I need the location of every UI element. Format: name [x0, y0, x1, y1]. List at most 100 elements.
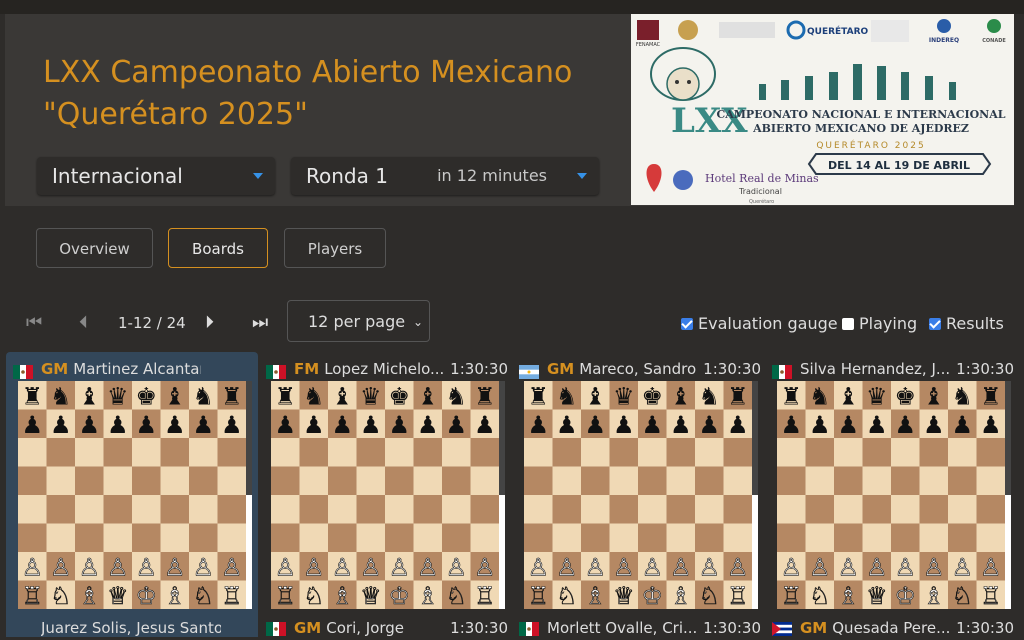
svg-text:♙: ♙ — [474, 553, 496, 581]
svg-text:♙: ♙ — [388, 553, 410, 581]
svg-text:♖: ♖ — [474, 582, 496, 609]
svg-text:♙: ♙ — [445, 553, 467, 581]
checkbox-checked-icon — [681, 318, 693, 330]
svg-text:♟: ♟ — [923, 411, 945, 439]
svg-text:♟: ♟ — [809, 411, 831, 439]
svg-text:♜: ♜ — [21, 382, 43, 410]
svg-text:♞: ♞ — [698, 382, 720, 410]
player-title: FM — [294, 360, 320, 378]
flag-icon — [13, 364, 33, 379]
flowers-icon — [673, 170, 693, 190]
chevron-down-icon — [577, 173, 587, 179]
top-strip — [0, 0, 1024, 14]
svg-text:♗: ♗ — [417, 582, 439, 609]
player-clock: 1:30:30 — [450, 360, 508, 378]
flag-icon — [519, 621, 539, 640]
results-checkbox[interactable]: Results — [929, 314, 1004, 333]
svg-text:♙: ♙ — [641, 553, 663, 581]
round-select[interactable]: Ronda 1 in 12 minutes — [291, 157, 599, 195]
svg-text:♜: ♜ — [980, 382, 1002, 410]
svg-text:♖: ♖ — [980, 582, 1002, 609]
player-name: GM Cori, Jorge — [294, 619, 405, 637]
svg-text:♙: ♙ — [894, 553, 916, 581]
next-page-icon[interactable]: ⏵ — [205, 312, 214, 333]
chess-board[interactable]: ♜ ♟ ♙ ♖ ♞ ♟ ♙ ♘ ♝ ♟ ♙ ♗ ♛ ♟ ♙ ♕ ♚ ♟ ♙ ♔ ♝ ♟ ♙ ♗ ♞ ♟ ♙ ♘ ♜ ♟ ♙ ♖ — [524, 381, 752, 609]
player-name: Morlett Ovalle, Cri... — [547, 619, 698, 637]
svg-text:♝: ♝ — [670, 382, 692, 410]
dates-ribbon: DEL 14 AL 19 DE ABRIL — [807, 153, 992, 175]
svg-text:♙: ♙ — [164, 553, 186, 581]
svg-text:♜: ♜ — [221, 382, 243, 410]
player-row-bottom: Morlett Ovalle, Cri... 1:30:30 — [512, 617, 764, 637]
svg-text:♛: ♛ — [360, 382, 382, 410]
tab-players[interactable]: Players — [284, 228, 386, 268]
doll-illustration — [650, 47, 716, 101]
svg-text:♙: ♙ — [670, 553, 692, 581]
chess-board[interactable]: ♜ ♟ ♙ ♖ ♞ ♟ ♙ ♘ ♝ ♟ ♙ ♗ ♛ ♟ ♙ ♕ ♚ ♟ ♙ ♔ ♝ ♟ ♙ ♗ ♞ ♟ ♙ ♘ ♜ ♟ ♙ ♖ — [777, 381, 1005, 609]
svg-text:♖: ♖ — [21, 582, 43, 609]
svg-text:♙: ♙ — [556, 553, 578, 581]
svg-text:♟: ♟ — [331, 411, 353, 439]
svg-text:♔: ♔ — [135, 582, 157, 609]
svg-text:♕: ♕ — [360, 582, 382, 609]
map-pin-icon — [646, 164, 662, 192]
evaluation-gauge — [246, 381, 252, 609]
svg-text:♟: ♟ — [303, 411, 325, 439]
svg-text:♝: ♝ — [331, 382, 353, 410]
svg-text:♟: ♟ — [866, 411, 888, 439]
player-name-top: FM Lopez Michelo... — [294, 360, 454, 378]
player-name: Lopez Michelo... — [324, 360, 445, 378]
board-card[interactable]: Silva Hernandez, J... 1:30:30 ♜ ♟ ♙ ♖ ♞ ♟ ♙ ♘ ♝ ♟ ♙ ♗… — [765, 352, 1017, 617]
tab-overview[interactable]: Overview — [36, 228, 153, 268]
svg-text:♕: ♕ — [866, 582, 888, 609]
svg-text:♞: ♞ — [192, 382, 214, 410]
svg-text:♟: ♟ — [388, 411, 410, 439]
svg-text:♙: ♙ — [221, 553, 243, 581]
evaluation-gauge — [1005, 381, 1011, 609]
results-label: Results — [946, 314, 1004, 333]
board-card[interactable]: FM Lopez Michelo... 1:30:30 ♜ ♟ ♙ ♖ ♞ ♟ ♙ ♘ ♝ ♟ ♙ ♗ ♛ ♟ ♙… — [259, 352, 511, 617]
svg-text:♙: ♙ — [303, 553, 325, 581]
player-clock: 1:30:30 — [703, 619, 761, 637]
svg-text:♟: ♟ — [527, 411, 549, 439]
per-page-select[interactable]: 12 per page ⌄ — [287, 300, 430, 342]
svg-text:♙: ♙ — [21, 553, 43, 581]
player-clock: 1:30:30 — [450, 619, 508, 637]
page-title: LXX Campeonato Abierto Mexicano "Queréta… — [43, 55, 573, 132]
svg-text:♛: ♛ — [866, 382, 888, 410]
svg-text:♖: ♖ — [727, 582, 749, 609]
first-page-icon[interactable]: ⏮ — [26, 312, 42, 333]
evaluation-gauge-checkbox[interactable]: Evaluation gauge — [681, 314, 838, 333]
playing-checkbox[interactable]: Playing — [842, 314, 917, 333]
board-card[interactable]: GMMartinez Alcantara, Jo...♜♟♙♖♞♟♙♘♝♟♙♗♛… — [6, 352, 258, 617]
svg-text:♙: ♙ — [809, 553, 831, 581]
svg-text:CAMPEONATO NACIONAL E INTERNAC: CAMPEONATO NACIONAL E INTERNACIONAL — [716, 108, 1005, 121]
per-page-value: 12 per page — [308, 312, 406, 331]
svg-text:♜: ♜ — [527, 382, 549, 410]
svg-text:♚: ♚ — [135, 382, 157, 410]
svg-text:♟: ♟ — [894, 411, 916, 439]
svg-text:♟: ♟ — [727, 411, 749, 439]
chess-board[interactable]: ♜ ♟ ♙ ♖ ♞ ♟ ♙ ♘ ♝ ♟ ♙ ♗ ♛ ♟ ♙ ♕ ♚ ♟ ♙ ♔ ♝ ♟ ♙ ♗ ♞ ♟ ♙ ♘ ♜ ♟ ♙ ♖ — [271, 381, 499, 609]
svg-text:♙: ♙ — [780, 553, 802, 581]
svg-text:♗: ♗ — [78, 582, 100, 609]
svg-text:♟: ♟ — [417, 411, 439, 439]
chess-board[interactable]: ♜ ♟ ♙ ♖ ♞ ♟ ♙ ♘ ♝ ♟ ♙ ♗ ♛ ♟ ♙ ♕ ♚ ♟ ♙ ♔ ♝ ♟ ♙ ♗ ♞ ♟ ♙ ♘ ♜ ♟ ♙ ♖ — [18, 381, 246, 609]
page-range: 1-12 / 24 — [118, 314, 186, 332]
svg-text:♝: ♝ — [164, 382, 186, 410]
flag-icon — [772, 621, 792, 640]
category-select[interactable]: Internacional — [37, 157, 275, 195]
board-card[interactable]: GM Mareco, Sandro 1:30:30 ♜ ♟ ♙ ♖ ♞ ♟ ♙ ♘ ♝ ♟ ♙ ♗ ♛ ♟ ♙ ♕ ♚… — [512, 352, 764, 617]
last-page-icon[interactable]: ⏭ — [252, 312, 268, 333]
svg-text:♙: ♙ — [417, 553, 439, 581]
player-title: GM — [41, 360, 69, 378]
svg-text:♙: ♙ — [274, 553, 296, 581]
previous-page-icon[interactable]: ⏴ — [79, 312, 88, 333]
player-name: Juarez Solis, Jesus Santos — [41, 619, 221, 637]
svg-text:♟: ♟ — [613, 411, 635, 439]
svg-text:♟: ♟ — [951, 411, 973, 439]
evaluation-gauge-label: Evaluation gauge — [698, 314, 838, 333]
svg-text:♟: ♟ — [78, 411, 100, 439]
tab-boards[interactable]: Boards — [168, 228, 268, 268]
player-clock: 1:30:30 — [956, 360, 1014, 378]
